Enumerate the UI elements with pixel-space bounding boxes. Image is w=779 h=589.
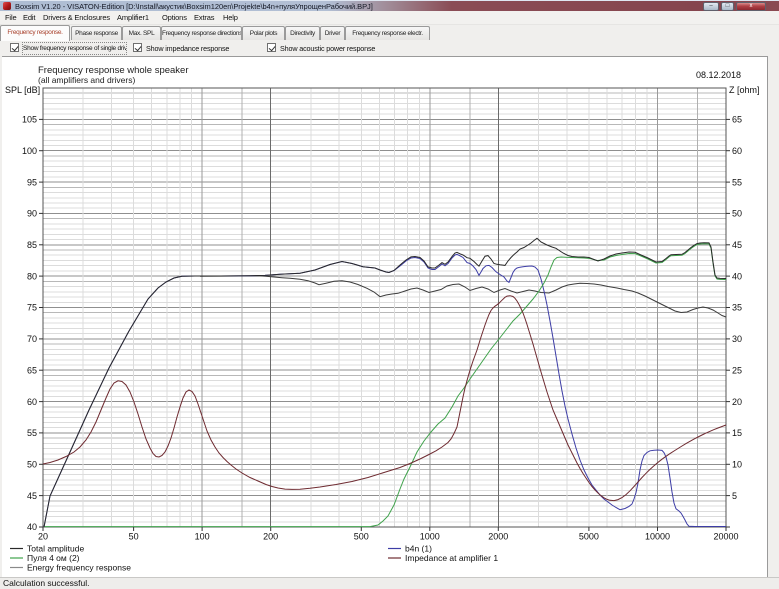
svg-text:35: 35	[732, 303, 742, 313]
svg-text:50: 50	[129, 532, 139, 542]
svg-text:55: 55	[732, 177, 742, 187]
svg-text:90: 90	[27, 209, 37, 219]
svg-text:30: 30	[732, 334, 742, 344]
svg-text:65: 65	[27, 365, 37, 375]
svg-text:5: 5	[732, 491, 737, 501]
svg-text:60: 60	[27, 397, 37, 407]
svg-text:5000: 5000	[579, 532, 599, 542]
svg-text:25: 25	[732, 365, 742, 375]
svg-text:Пуля 4 ом (2): Пуля 4 ом (2)	[27, 553, 80, 563]
svg-text:40: 40	[732, 271, 742, 281]
svg-text:Impedance at amplifier 1: Impedance at amplifier 1	[405, 553, 498, 563]
svg-text:85: 85	[27, 240, 37, 250]
svg-text:50: 50	[732, 209, 742, 219]
svg-text:Energy frequency response: Energy frequency response	[27, 563, 131, 573]
svg-text:80: 80	[27, 271, 37, 281]
svg-text:Z [ohm]: Z [ohm]	[729, 85, 760, 95]
svg-text:08.12.2018: 08.12.2018	[696, 70, 741, 80]
svg-text:100: 100	[195, 532, 210, 542]
svg-text:60: 60	[732, 146, 742, 156]
svg-text:45: 45	[27, 491, 37, 501]
svg-text:b4n (1): b4n (1)	[405, 544, 432, 554]
svg-text:10000: 10000	[645, 532, 670, 542]
svg-text:10: 10	[732, 460, 742, 470]
svg-text:100: 100	[22, 146, 37, 156]
svg-text:20: 20	[732, 397, 742, 407]
svg-text:500: 500	[354, 532, 369, 542]
svg-text:70: 70	[27, 334, 37, 344]
svg-text:20000: 20000	[713, 532, 738, 542]
svg-text:200: 200	[263, 532, 278, 542]
svg-text:50: 50	[27, 460, 37, 470]
svg-text:Total amplitude: Total amplitude	[27, 544, 84, 554]
svg-text:55: 55	[27, 428, 37, 438]
svg-text:105: 105	[22, 115, 37, 125]
svg-text:(all amplifiers and drivers): (all amplifiers and drivers)	[38, 75, 135, 85]
svg-text:2000: 2000	[488, 532, 508, 542]
svg-text:65: 65	[732, 115, 742, 125]
svg-text:75: 75	[27, 303, 37, 313]
svg-text:15: 15	[732, 428, 742, 438]
svg-text:95: 95	[27, 177, 37, 187]
svg-text:20: 20	[38, 532, 48, 542]
svg-text:40: 40	[27, 522, 37, 532]
svg-text:45: 45	[732, 240, 742, 250]
svg-text:SPL [dB]: SPL [dB]	[5, 85, 40, 95]
svg-text:1000: 1000	[420, 532, 440, 542]
